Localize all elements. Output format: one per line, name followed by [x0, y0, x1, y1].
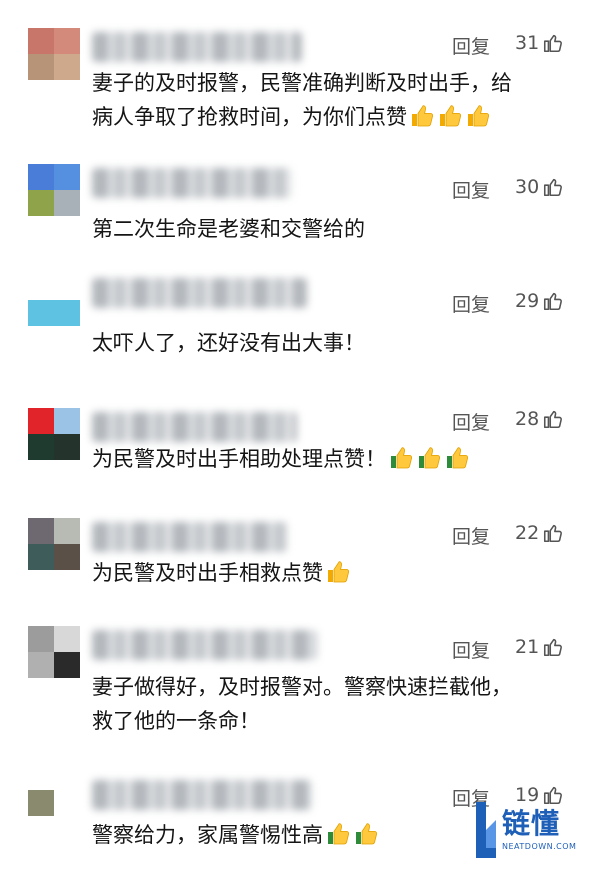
username-blurred[interactable] [92, 278, 307, 308]
avatar[interactable] [28, 408, 80, 460]
like-count: 31 [515, 32, 540, 54]
avatar-tile [54, 652, 80, 678]
avatar-tile [28, 544, 54, 570]
comment-text-line: 救了他的一条命！ [92, 709, 260, 733]
comment-text: 妻子做得好，及时报警对。警察快速拦截他， 救了他的一条命！ [92, 670, 562, 738]
comment-text: 为民警及时出手相助处理点赞！ [92, 442, 562, 476]
thumbs-up-outline-icon [544, 524, 563, 543]
avatar[interactable] [28, 518, 80, 570]
like-button[interactable]: 30 [515, 176, 564, 198]
comment-text: 第二次生命是老婆和交警给的 [92, 212, 562, 246]
like-button[interactable]: 28 [515, 408, 564, 430]
username-blurred[interactable] [92, 412, 297, 442]
avatar-tile [28, 274, 54, 300]
logo-l-mark-icon [476, 802, 496, 858]
thumbs-up-emoji-icon [419, 447, 441, 469]
avatar-tile [28, 54, 54, 80]
like-button[interactable]: 21 [515, 636, 564, 658]
username-blurred[interactable] [92, 32, 302, 62]
avatar-tile [28, 190, 54, 216]
comment-text: 为民警及时出手相救点赞 [92, 556, 562, 590]
thumbs-up-emoji-icon [447, 447, 469, 469]
thumbs-up-outline-icon [544, 638, 563, 657]
comment-text-line: 为民警及时出手相助处理点赞！ [92, 442, 562, 476]
comment-item: 回复 30 第二次生命是老婆和交警给的 [0, 164, 600, 244]
like-count: 30 [515, 176, 540, 198]
comment-item: 回复 21 妻子做得好，及时报警对。警察快速拦截他， 救了他的一条命！ [0, 626, 600, 746]
watermark-site: NEATDOWN.COM [502, 842, 577, 851]
username-blurred[interactable] [92, 168, 292, 198]
thumbs-up-emoji-icon [356, 823, 378, 845]
avatar-tile [54, 518, 80, 544]
reply-button[interactable]: 回复 [452, 636, 490, 663]
watermark-brand: 链懂 [502, 807, 561, 840]
avatar-tile [28, 434, 54, 460]
comment-text-line-content: 病人争取了抢救时间，为你们点赞 [92, 105, 407, 129]
avatar-tile [28, 28, 54, 54]
avatar[interactable] [28, 626, 80, 678]
comment-item: 回复 31 妻子的及时报警，民警准确判断及时出手，给 病人争取了抢救时间，为你们… [0, 28, 600, 138]
avatar-tile [54, 626, 80, 652]
comment-item: 回复 22 为民警及时出手相救点赞 [0, 518, 600, 598]
avatar-tile [28, 164, 54, 190]
avatar-tile [28, 652, 54, 678]
comment-item: 回复 28 为民警及时出手相助处理点赞！ [0, 408, 600, 488]
comment-text: 妻子的及时报警，民警准确判断及时出手，给 病人争取了抢救时间，为你们点赞 [92, 66, 562, 134]
avatar[interactable] [28, 274, 80, 326]
comment-text-line: 为民警及时出手相救点赞 [92, 556, 562, 590]
avatar-tile [54, 54, 80, 80]
avatar-tile [54, 300, 80, 326]
thumbs-up-outline-icon [544, 410, 563, 429]
avatar-tile [28, 626, 54, 652]
thumbs-up-emoji-icon [440, 105, 462, 127]
comment-text-line: 第二次生命是老婆和交警给的 [92, 217, 365, 241]
thumbs-up-emoji-icon [391, 447, 413, 469]
thumbs-up-emoji-icon [328, 823, 350, 845]
thumbs-up-outline-icon [544, 34, 563, 53]
reply-button[interactable]: 回复 [452, 290, 490, 317]
like-button[interactable]: 29 [515, 290, 564, 312]
reply-button[interactable]: 回复 [452, 522, 490, 549]
comment-text-line: 太吓人了，还好没有出大事！ [92, 331, 365, 355]
watermark-logo: 链懂 NEATDOWN.COM [474, 800, 592, 862]
comment-text-line-content: 警察给力，家属警惕性高 [92, 823, 323, 847]
avatar-tile [54, 28, 80, 54]
avatar-tile [54, 434, 80, 460]
reply-button[interactable]: 回复 [452, 32, 490, 59]
thumbs-up-emoji-icon [468, 105, 490, 127]
avatar-tile [54, 274, 80, 300]
comment-text-line-content: 为民警及时出手相助处理点赞！ [92, 447, 386, 471]
avatar-tile [54, 164, 80, 190]
like-count: 22 [515, 522, 540, 544]
comment-text-line: 病人争取了抢救时间，为你们点赞 [92, 100, 562, 134]
username-blurred[interactable] [92, 780, 312, 810]
like-count: 29 [515, 290, 540, 312]
thumbs-up-emoji-icon [328, 561, 350, 583]
thumbs-up-emoji-icon [412, 105, 434, 127]
username-blurred[interactable] [92, 630, 317, 660]
avatar-tile [54, 190, 80, 216]
comment-text-line: 妻子做得好，及时报警对。警察快速拦截他， [92, 675, 512, 699]
avatar[interactable] [28, 164, 80, 216]
comment-text: 太吓人了，还好没有出大事！ [92, 326, 562, 360]
avatar-tile [28, 408, 54, 434]
thumbs-up-outline-icon [544, 292, 563, 311]
avatar-tile [54, 408, 80, 434]
avatar[interactable] [28, 28, 80, 80]
avatar-tile [54, 544, 80, 570]
avatar[interactable] [28, 790, 54, 816]
like-count: 28 [515, 408, 540, 430]
reply-button[interactable]: 回复 [452, 176, 490, 203]
avatar-tile [28, 300, 54, 326]
thumbs-up-outline-icon [544, 178, 563, 197]
username-blurred[interactable] [92, 522, 287, 552]
reply-button[interactable]: 回复 [452, 408, 490, 435]
comment-item: 回复 29 太吓人了，还好没有出大事！ [0, 274, 600, 364]
avatar-tile [28, 518, 54, 544]
like-button[interactable]: 22 [515, 522, 564, 544]
comment-text-line-content: 为民警及时出手相救点赞 [92, 561, 323, 585]
comment-text-line: 妻子的及时报警，民警准确判断及时出手，给 [92, 71, 512, 95]
like-button[interactable]: 31 [515, 32, 564, 54]
like-count: 21 [515, 636, 540, 658]
